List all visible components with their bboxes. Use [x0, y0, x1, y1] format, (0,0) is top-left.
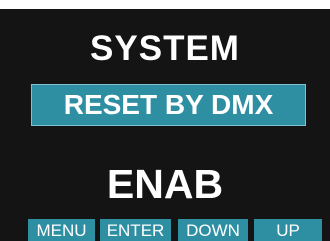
- menu-button[interactable]: MENU: [28, 219, 95, 241]
- selected-menu-item[interactable]: RESET BY DMX: [31, 84, 306, 126]
- softkey-bar: MENU ENTER DOWN UP: [0, 219, 330, 241]
- menu-title: SYSTEM: [90, 29, 240, 68]
- top-border: [0, 0, 330, 9]
- lcd-panel: SYSTEM RESET BY DMX ENAB MENU ENTER DOWN…: [0, 0, 330, 241]
- enter-button[interactable]: ENTER: [100, 219, 171, 241]
- down-button[interactable]: DOWN: [178, 219, 248, 241]
- device-screen: SYSTEM RESET BY DMX ENAB MENU ENTER DOWN…: [0, 0, 330, 241]
- up-button[interactable]: UP: [254, 219, 322, 241]
- setting-value: ENAB: [106, 161, 224, 207]
